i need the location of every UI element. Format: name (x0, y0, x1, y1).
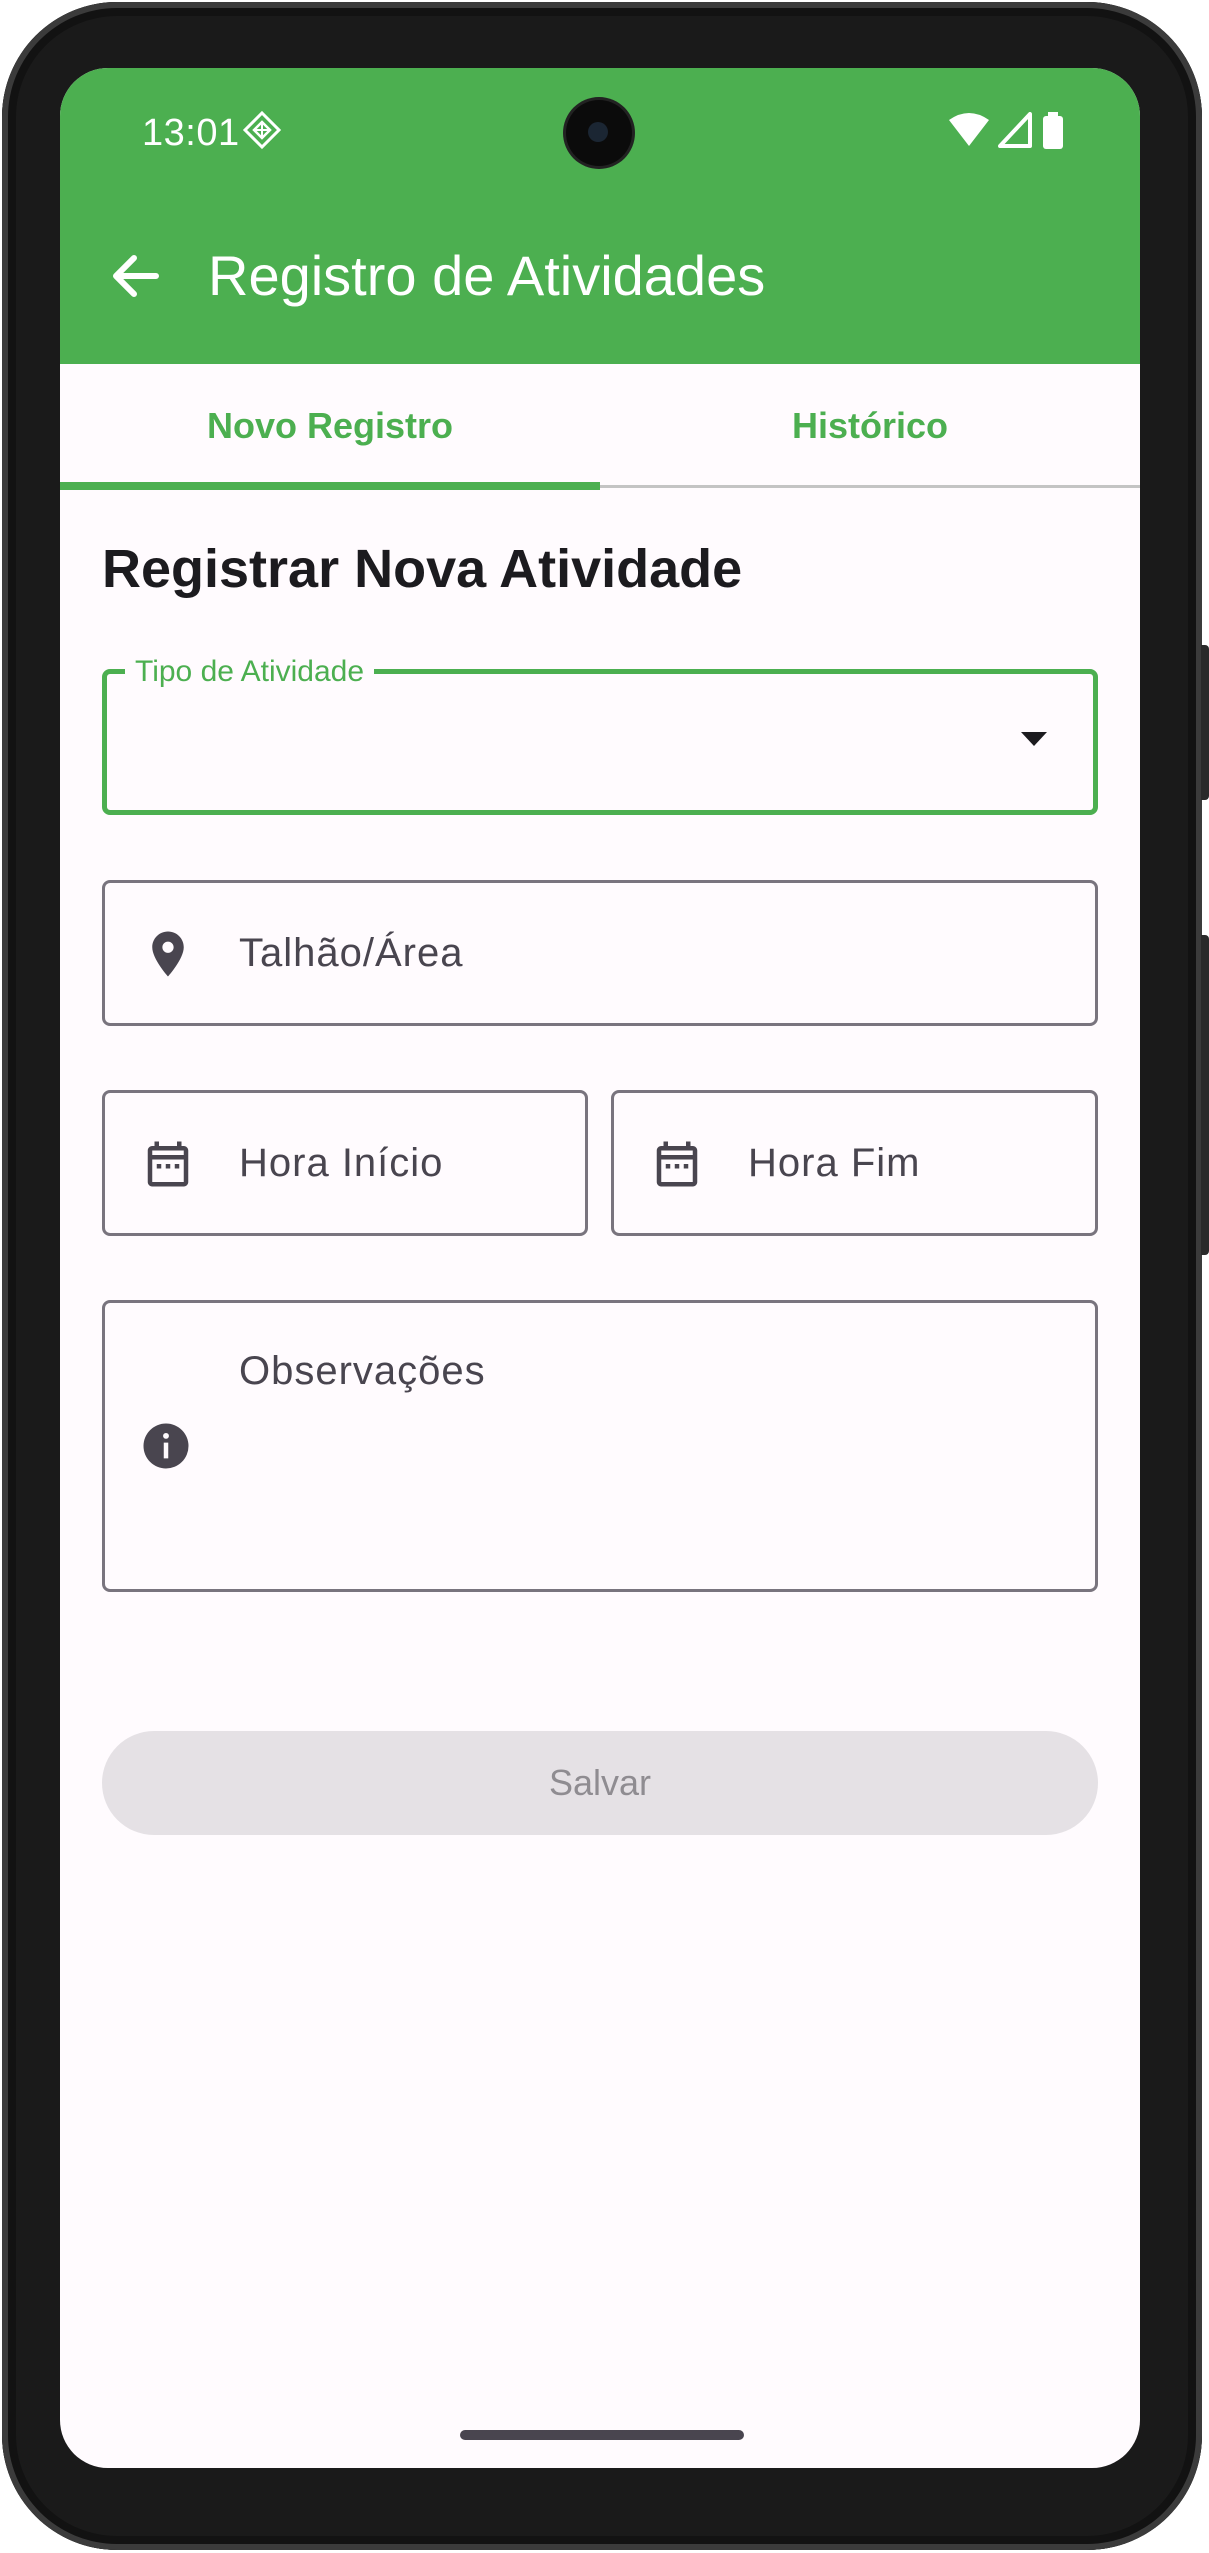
volume-button (1201, 935, 1209, 1255)
form-title: Registrar Nova Atividade (102, 539, 743, 599)
dropdown-arrow-icon[interactable] (1019, 730, 1049, 748)
info-icon (143, 1423, 189, 1469)
status-time: 13:01 (142, 112, 240, 154)
plot-area-field[interactable]: Talhão/Área (102, 880, 1098, 1026)
diamond-badge-icon (242, 110, 282, 150)
status-icons (948, 112, 1068, 152)
screen: 13:01 Registro de Atividades Novo Regist… (60, 68, 1140, 2468)
notes-field[interactable]: Observações (102, 1300, 1098, 1592)
activity-type-dropdown[interactable]: Tipo de Atividade (102, 656, 1098, 815)
home-indicator[interactable] (460, 2430, 744, 2440)
front-camera (566, 100, 632, 166)
calendar-icon (656, 1141, 698, 1187)
tab-bar: Novo Registro Histórico (60, 364, 1140, 488)
tab-indicator (60, 482, 600, 490)
calendar-icon (147, 1141, 189, 1187)
app-bar: 13:01 Registro de Atividades (60, 68, 1140, 364)
end-time-placeholder: Hora Fim (748, 1141, 921, 1185)
activity-type-label: Tipo de Atividade (125, 656, 375, 688)
tab-historico[interactable]: Histórico (600, 364, 1140, 488)
start-time-field[interactable]: Hora Início (102, 1090, 588, 1236)
wifi-icon (949, 113, 989, 146)
location-pin-icon (152, 931, 184, 977)
battery-icon (1043, 112, 1063, 149)
power-button (1201, 645, 1209, 800)
tab-novo-registro[interactable]: Novo Registro (60, 364, 600, 488)
arrow-back-icon[interactable] (104, 244, 168, 308)
signal-icon (998, 112, 1032, 148)
start-time-placeholder: Hora Início (239, 1141, 444, 1185)
end-time-field[interactable]: Hora Fim (611, 1090, 1098, 1236)
page-title: Registro de Atividades (208, 244, 766, 307)
save-button[interactable]: Salvar (102, 1731, 1098, 1835)
notes-placeholder: Observações (239, 1349, 486, 1393)
plot-area-placeholder: Talhão/Área (239, 931, 464, 975)
